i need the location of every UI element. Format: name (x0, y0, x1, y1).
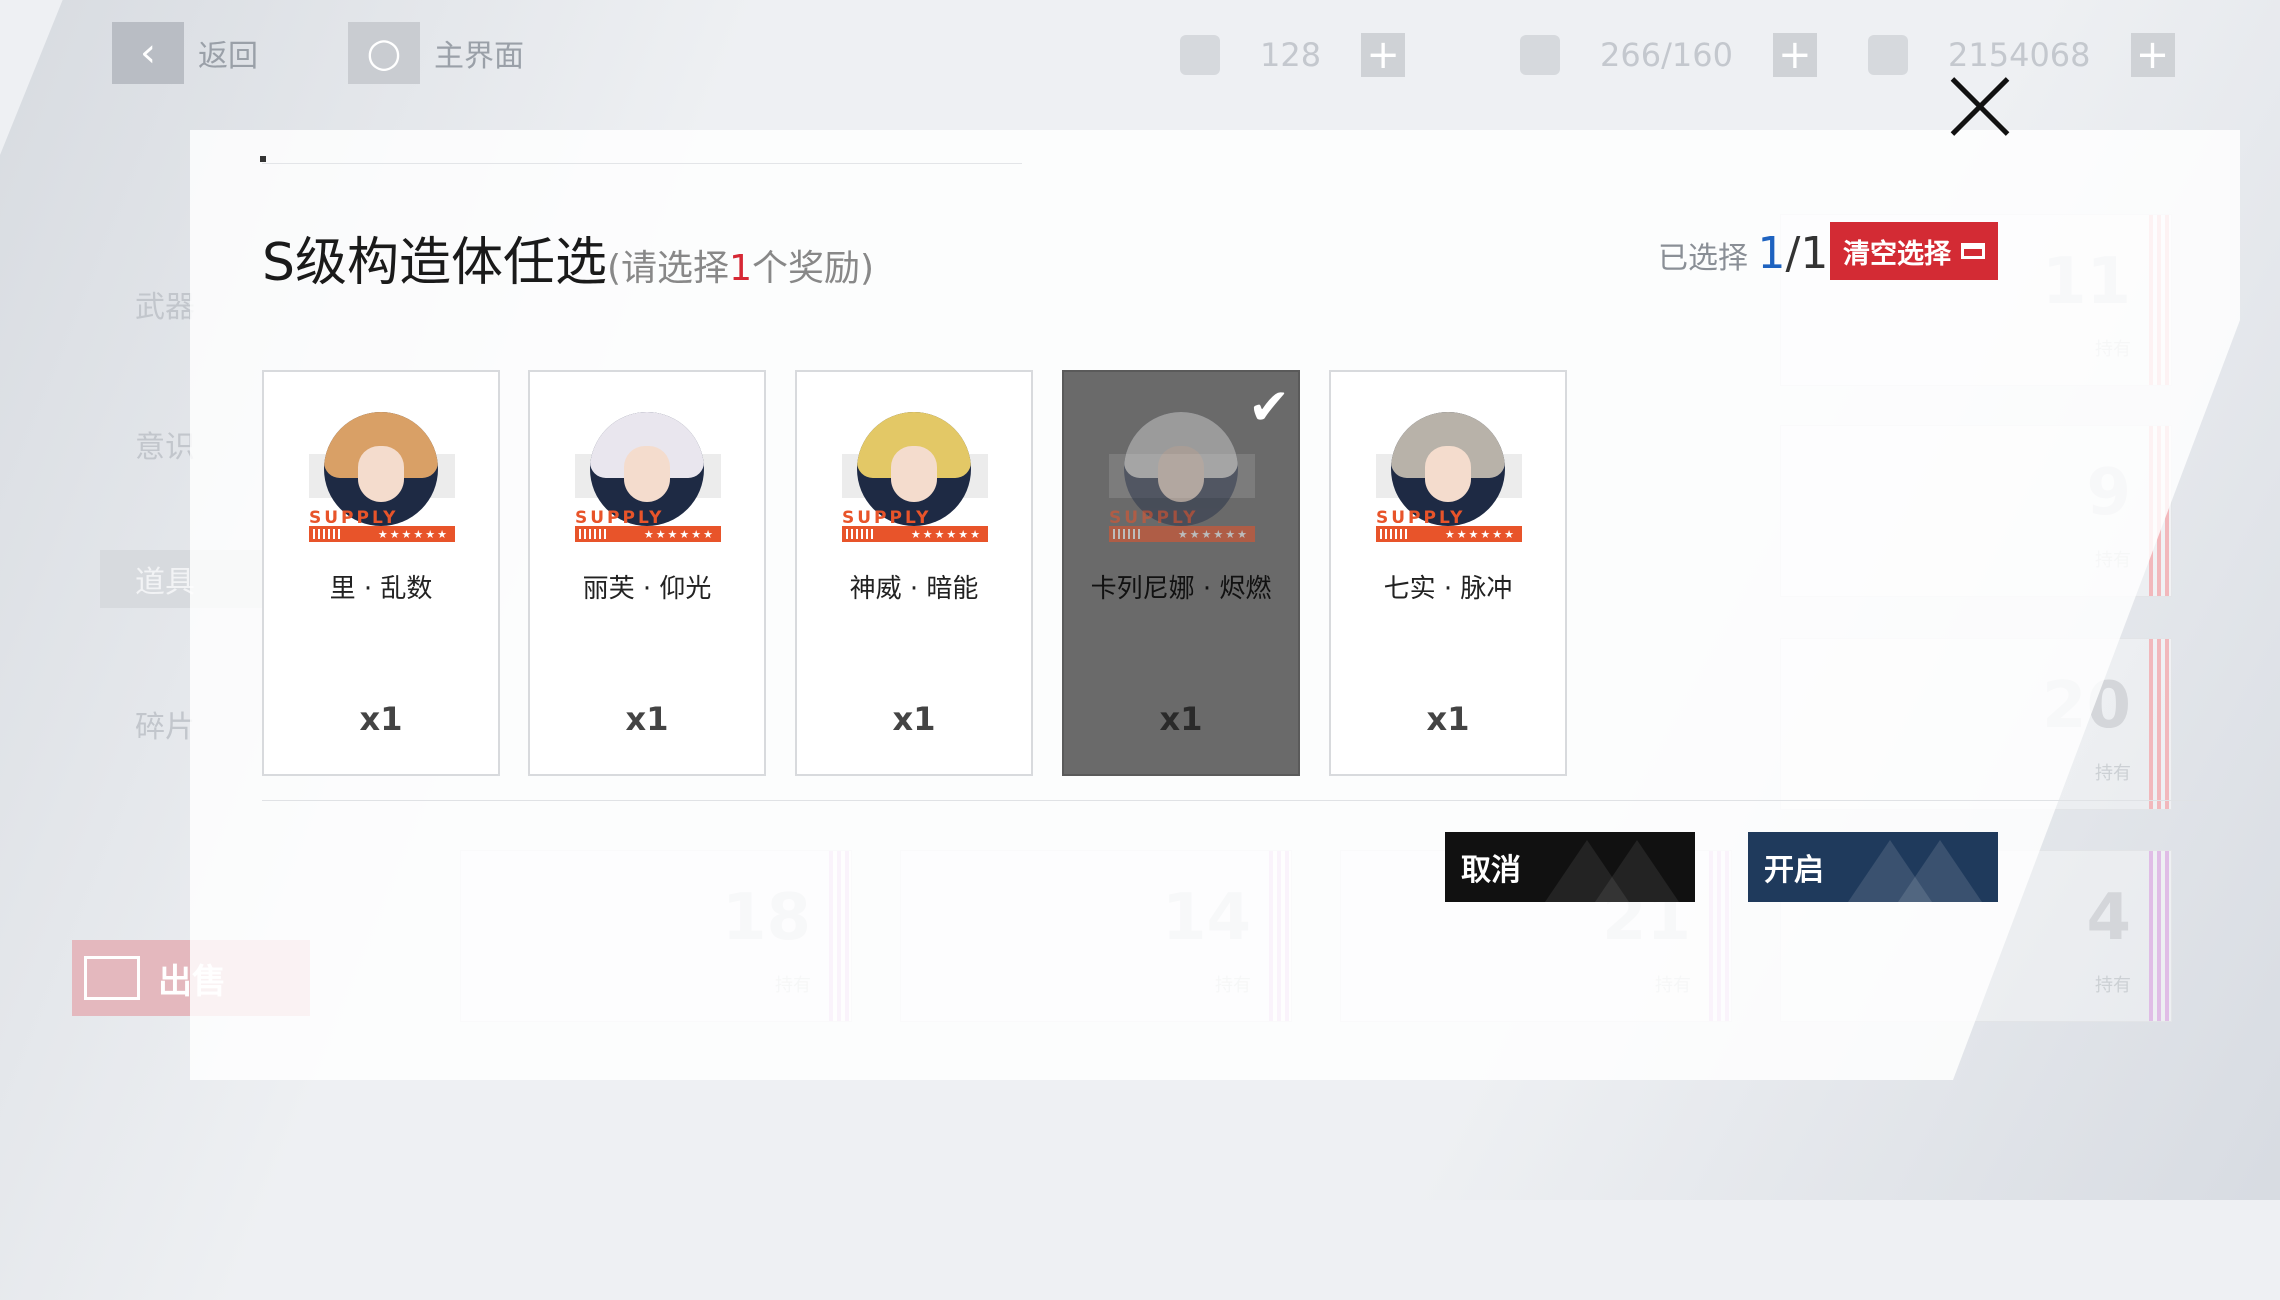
resource-value: 128 (1260, 36, 1322, 74)
owned-label: 持有 (2095, 975, 2131, 996)
supply-label: SUPPLY (842, 508, 932, 528)
resource-ticket: 128 + (1180, 30, 1406, 80)
open-label: 开启 (1764, 853, 1824, 888)
supply-label: SUPPLY (1376, 508, 1466, 528)
character-name: 卡列尼娜 · 烬燃 (1090, 574, 1272, 604)
subtitle-prefix: (请选择 (607, 248, 730, 289)
dialog-subtitle: (请选择1个奖励) (607, 248, 874, 289)
rarity-bar (2149, 851, 2171, 1021)
button-decoration (1595, 840, 1679, 902)
subtitle-count: 1 (729, 248, 752, 289)
add-energy-button[interactable]: + (1772, 32, 1817, 78)
supply-rank-bar: ★★★★★★ (1109, 526, 1255, 542)
close-icon[interactable] (1945, 72, 2015, 142)
reward-quantity: x1 (1159, 700, 1203, 738)
cancel-button[interactable]: 取消 (1445, 832, 1695, 902)
character-name: 七实 · 脉冲 (1383, 574, 1513, 604)
add-ticket-button[interactable]: + (1361, 32, 1406, 78)
sidebar-tab-fragments[interactable]: 碎片 (135, 702, 195, 746)
selected-total: /1 (1785, 228, 1829, 279)
open-button[interactable]: 开启 (1748, 832, 1998, 902)
home-button[interactable]: ○ 主界面 (348, 22, 524, 84)
back-label: 返回 (198, 39, 258, 74)
sidebar-tab-memory[interactable]: 意识 (135, 422, 195, 466)
energy-icon (1520, 35, 1560, 75)
reward-quantity: x1 (359, 700, 403, 738)
selected-label: 已选择 (1658, 241, 1748, 276)
back-button[interactable]: ‹ 返回 (112, 22, 258, 84)
resource-coin: 2154068 + (1868, 30, 2175, 80)
character-name: 神威 · 暗能 (849, 574, 979, 604)
ticket-icon (1180, 35, 1220, 75)
add-coin-button[interactable]: + (2130, 32, 2175, 78)
owned-label: 持有 (2095, 763, 2131, 784)
resource-value: 2154068 (1948, 36, 2091, 74)
home-label: 主界面 (434, 39, 524, 74)
supply-label: SUPPLY (309, 508, 399, 528)
chevron-left-icon: ‹ (112, 22, 184, 84)
supply-rank-bar: ★★★★★★ (1376, 526, 1522, 542)
coin-icon (1868, 35, 1908, 75)
circle-icon: ○ (348, 22, 420, 84)
item-count: 4 (2086, 881, 2131, 955)
sidebar-tab-weapons[interactable]: 武器 (135, 282, 195, 326)
supply-rank-bar: ★★★★★★ (575, 526, 721, 542)
sell-icon (84, 956, 140, 1000)
avatar-face (891, 446, 937, 502)
eraser-icon (1961, 243, 1985, 259)
reward-card-selected[interactable]: SUPPLY ★★★★★★ 卡列尼娜 · 烬燃 x1 ✔ (1062, 370, 1300, 776)
dialog-title: S级构造体任选(请选择1个奖励) (262, 220, 874, 295)
selection-counter: 已选择 1/1 (1658, 228, 1828, 279)
resource-energy: 266/160 + (1520, 30, 1817, 80)
reward-card[interactable]: SUPPLY ★★★★★★ 神威 · 暗能 x1 (795, 370, 1033, 776)
reward-card[interactable]: SUPPLY ★★★★★★ 丽芙 · 仰光 x1 (528, 370, 766, 776)
avatar-face (1158, 446, 1204, 502)
clear-selection-label: 清空选择 (1843, 238, 1951, 270)
title-divider (262, 163, 1022, 164)
resource-value: 266/160 (1600, 36, 1733, 74)
button-decoration (1898, 840, 1982, 902)
checkmark-icon: ✔ (1248, 378, 1290, 436)
rarity-bar (2149, 639, 2171, 809)
character-name: 里 · 乱数 (329, 574, 433, 604)
supply-rank-bar: ★★★★★★ (309, 526, 455, 542)
selected-current: 1 (1757, 228, 1786, 279)
reward-card[interactable]: SUPPLY ★★★★★★ 里 · 乱数 x1 (262, 370, 500, 776)
avatar-face (358, 446, 404, 502)
avatar-face (624, 446, 670, 502)
reward-card[interactable]: SUPPLY ★★★★★★ 七实 · 脉冲 x1 (1329, 370, 1567, 776)
supply-rank-bar: ★★★★★★ (842, 526, 988, 542)
supply-label: SUPPLY (1109, 508, 1199, 528)
selected-count: 1/1 (1758, 228, 1829, 279)
reward-quantity: x1 (625, 700, 669, 738)
reward-quantity: x1 (892, 700, 936, 738)
supply-label: SUPPLY (575, 508, 665, 528)
character-name: 丽芙 · 仰光 (582, 574, 712, 604)
top-bar: ‹ 返回 ○ 主界面 128 + 266/160 + 2154068 + (0, 0, 2280, 110)
subtitle-suffix: 个奖励) (751, 248, 875, 289)
title-dot (260, 156, 266, 162)
reward-quantity: x1 (1426, 700, 1470, 738)
avatar-face (1425, 446, 1471, 502)
dialog-title-text: S级构造体任选 (262, 233, 608, 293)
clear-selection-button[interactable]: 清空选择 (1830, 222, 1998, 280)
dialog-divider (262, 800, 2207, 801)
cancel-label: 取消 (1461, 853, 1521, 888)
